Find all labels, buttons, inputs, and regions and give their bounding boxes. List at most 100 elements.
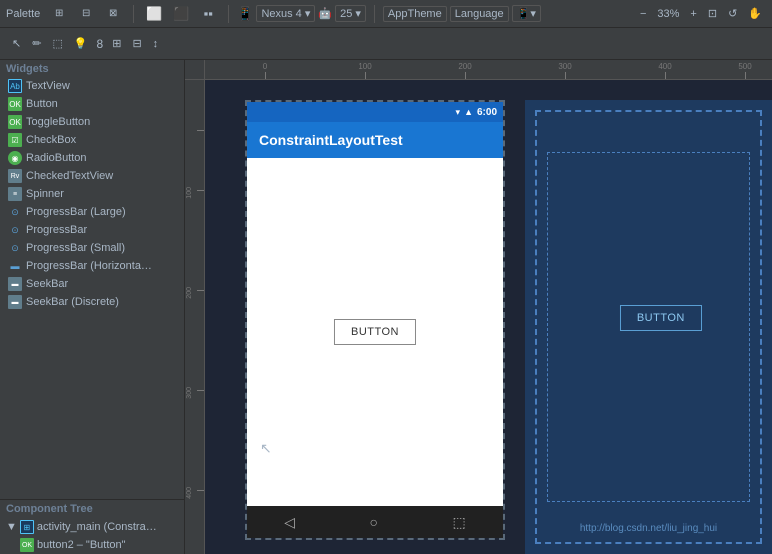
- widget-progressbar-large[interactable]: ⊙ ProgressBar (Large): [0, 203, 184, 221]
- search-palette-icon: ⊟: [78, 6, 94, 22]
- blueprint-area: BUTTON http://blog.csdn.net/liu_jing_hui: [525, 100, 772, 554]
- refresh-btn[interactable]: ↺: [724, 5, 741, 22]
- widget-textview[interactable]: Ab TextView: [0, 77, 184, 95]
- button-in-screen-label: BUTTON: [351, 326, 399, 338]
- textview-label: TextView: [26, 80, 70, 92]
- watermark: http://blog.csdn.net/liu_jing_hui: [580, 523, 717, 534]
- pan-btn[interactable]: ✋: [744, 5, 766, 22]
- ruler-h-tick-0: 0: [263, 62, 267, 71]
- fit-screen-btn[interactable]: ⊡: [704, 5, 721, 22]
- align-icon: ⊞: [112, 37, 121, 50]
- togglebutton-icon: OK: [8, 115, 22, 129]
- form-factor-selector[interactable]: 📱▾: [512, 5, 541, 22]
- ruler-v-tick-200-mark: [197, 290, 205, 291]
- cursor-tool-btn[interactable]: ↖: [8, 35, 25, 52]
- ruler-h-tick-400: 400: [658, 62, 671, 71]
- widget-radiobutton[interactable]: ◉ RadioButton: [0, 149, 184, 167]
- component-tree-label: Component Tree: [0, 500, 184, 518]
- button-in-screen[interactable]: BUTTON: [334, 319, 416, 345]
- palette-title-label: Palette: [6, 8, 40, 20]
- layout-icons: ⬜ ⬛ ▪▪: [142, 4, 220, 24]
- checkbox-icon: ☑: [8, 133, 22, 147]
- seekbar-discrete-icon: ▬: [8, 295, 22, 309]
- checkbox-label: CheckBox: [26, 134, 76, 146]
- ruler-v-label-400: 400: [186, 487, 193, 499]
- ruler-v-tick-300-mark: [197, 390, 205, 391]
- bulb-tool-btn[interactable]: 💡: [70, 35, 92, 52]
- zoom-out-btn[interactable]: −: [636, 6, 650, 22]
- device-label: Nexus 4 ▾: [261, 7, 310, 20]
- language-label: Language: [455, 8, 504, 20]
- widget-checkbox[interactable]: ☑ CheckBox: [0, 131, 184, 149]
- widget-togglebutton[interactable]: OK ToggleButton: [0, 113, 184, 131]
- signal-icon: ▲: [464, 107, 473, 117]
- icon-btn-2[interactable]: ⊟: [74, 4, 98, 24]
- seekbar-discrete-label: SeekBar (Discrete): [26, 296, 119, 308]
- blueprint-view-btn[interactable]: ⬛: [169, 4, 193, 24]
- divider-1: [133, 5, 134, 23]
- activity-icon: ⊞: [20, 520, 34, 534]
- button-icon: OK: [8, 97, 22, 111]
- widget-button[interactable]: OK Button: [0, 95, 184, 113]
- ruler-h-tick-0-mark: [265, 72, 266, 80]
- progressbar-label: ProgressBar: [26, 224, 87, 236]
- language-selector[interactable]: Language: [450, 6, 509, 22]
- split-view-btn[interactable]: ▪▪: [196, 4, 220, 24]
- widgets-section-label: Widgets: [0, 60, 184, 77]
- number-display: 8: [95, 37, 106, 51]
- nav-square-icon[interactable]: ⬚: [453, 514, 466, 531]
- select-tool-btn[interactable]: ⬚: [48, 35, 66, 52]
- zoom-level: 33%: [653, 8, 683, 20]
- nav-bar: ◁ ○ ⬚: [247, 506, 503, 538]
- divider-3: [374, 5, 375, 23]
- theme-selector[interactable]: AppTheme: [383, 6, 447, 22]
- widget-progressbar-small[interactable]: ⊙ ProgressBar (Small): [0, 239, 184, 257]
- cursor-tool-icon: ↖: [12, 37, 21, 50]
- bulb-icon: 💡: [74, 37, 88, 50]
- device-selector[interactable]: Nexus 4 ▾: [256, 5, 315, 22]
- ruler-v-label-200: 200: [186, 287, 193, 299]
- icon-btn-3[interactable]: ⊠: [101, 4, 125, 24]
- screen-content: BUTTON: [247, 158, 503, 506]
- spinner-label: Spinner: [26, 188, 64, 200]
- filter-icon: ⊠: [105, 6, 121, 22]
- comp-tree-activity[interactable]: ▼ ⊞ activity_main (Constra…: [0, 518, 184, 536]
- widget-seekbar[interactable]: ▬ SeekBar: [0, 275, 184, 293]
- device-section: 📱 Nexus 4 ▾ 🤖 25 ▾: [237, 5, 366, 22]
- pencil-tool-btn[interactable]: ✏: [28, 35, 45, 52]
- comp-tree-button2[interactable]: OK button2 – "Button": [14, 536, 184, 554]
- status-bar: ▾ ▲ 6:00: [247, 102, 503, 122]
- ruler-h-tick-400-mark: [665, 72, 666, 80]
- device-screen: ▾ ▲ 6:00 ConstraintLayoutTest BUTTON ◁: [247, 102, 503, 538]
- button-blueprint[interactable]: BUTTON: [620, 305, 702, 331]
- widget-spinner[interactable]: ≡ Spinner: [0, 185, 184, 203]
- api-selector[interactable]: 25 ▾: [335, 5, 366, 22]
- widget-progressbar[interactable]: ⊙ ProgressBar: [0, 221, 184, 239]
- divider-2: [228, 5, 229, 23]
- seekbar-icon: ▬: [8, 277, 22, 291]
- nav-back-icon[interactable]: ◁: [284, 514, 295, 531]
- design-icon: ⬜: [146, 6, 162, 22]
- align-tool-btn[interactable]: ⊞: [108, 35, 125, 52]
- spinner-icon: ≡: [8, 187, 22, 201]
- height-tool-btn[interactable]: ↕: [149, 36, 163, 52]
- widget-progressbar-horiz[interactable]: ▬ ProgressBar (Horizonta…: [0, 257, 184, 275]
- widget-checkedtextview[interactable]: Rv CheckedTextView: [0, 167, 184, 185]
- ruler-h-tick-100: 100: [358, 62, 371, 71]
- ruler-h-tick-300: 300: [558, 62, 571, 71]
- design-view-btn[interactable]: ⬜: [142, 4, 166, 24]
- main-area: Widgets Ab TextView OK Button OK ToggleB…: [0, 60, 772, 554]
- activity-label: activity_main (Constra…: [37, 521, 157, 533]
- nav-home-icon[interactable]: ○: [370, 514, 378, 530]
- icon-btn-1[interactable]: ⊞: [47, 4, 71, 24]
- zoom-in-btn[interactable]: +: [686, 6, 700, 22]
- canvas-content: ▾ ▲ 6:00 ConstraintLayoutTest BUTTON ◁: [205, 80, 772, 554]
- app-bar: ConstraintLayoutTest: [247, 122, 503, 158]
- progressbar-horiz-label: ProgressBar (Horizonta…: [26, 260, 152, 272]
- grid-icon: ⊞: [51, 6, 67, 22]
- theme-label: AppTheme: [388, 8, 442, 20]
- align2-tool-btn[interactable]: ⊟: [128, 35, 145, 52]
- fit-icon: ⊡: [708, 7, 717, 20]
- widget-seekbar-discrete[interactable]: ▬ SeekBar (Discrete): [0, 293, 184, 311]
- progressbar-small-icon: ⊙: [8, 241, 22, 255]
